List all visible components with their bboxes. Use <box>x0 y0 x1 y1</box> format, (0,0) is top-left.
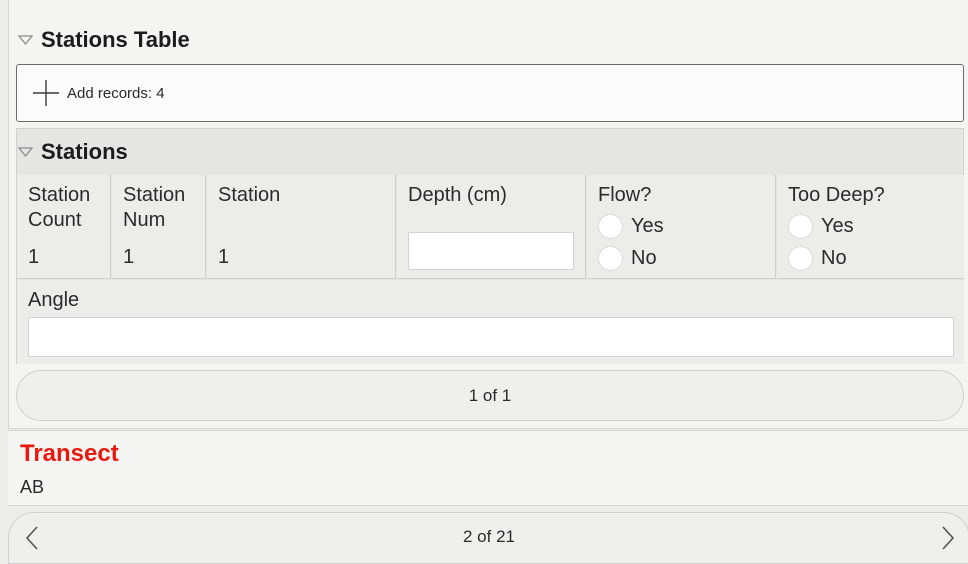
angle-cell: Angle <box>17 280 964 364</box>
station-num-label: Station Num <box>123 184 186 231</box>
stations-table-header[interactable]: Stations Table <box>18 27 190 53</box>
station-cell: Station 1 <box>207 175 396 279</box>
add-records-label: Add records: 4 <box>67 84 165 102</box>
stations-title: Stations <box>41 139 128 164</box>
too-deep-no-option[interactable]: No <box>788 246 847 271</box>
angle-input[interactable] <box>28 317 954 357</box>
depth-label: Depth (cm) <box>408 184 507 206</box>
plus-icon <box>31 78 61 108</box>
flow-no-option[interactable]: No <box>598 246 657 271</box>
station-count-cell: Station Count 1 <box>17 175 111 279</box>
transect-field: Transect AB <box>8 430 968 506</box>
flow-cell: Flow? Yes No <box>587 175 776 279</box>
depth-input[interactable] <box>408 232 574 270</box>
too-deep-label: Too Deep? <box>788 184 885 206</box>
flow-yes-radio[interactable] <box>598 214 623 239</box>
station-label: Station <box>218 184 281 206</box>
flow-yes-option[interactable]: Yes <box>598 214 664 239</box>
too-deep-cell: Too Deep? Yes No <box>777 175 964 279</box>
record-pager: 2 of 21 <box>8 512 968 564</box>
transect-title: Transect <box>20 440 119 467</box>
stations-header[interactable]: Stations <box>18 139 128 165</box>
too-deep-yes-option[interactable]: Yes <box>788 214 854 239</box>
collapse-triangle-icon <box>18 34 33 46</box>
flow-no-label: No <box>631 247 657 269</box>
stations-pager-label: 1 of 1 <box>468 385 512 405</box>
too-deep-no-label: No <box>821 247 847 269</box>
collapse-triangle-icon <box>18 146 33 158</box>
too-deep-yes-radio[interactable] <box>788 214 813 239</box>
record-pager-label: 2 of 21 <box>463 527 515 546</box>
station-num-value: 1 <box>123 246 135 268</box>
station-num-cell: Station Num 1 <box>112 175 206 279</box>
too-deep-yes-label: Yes <box>821 215 854 237</box>
depth-cell: Depth (cm) <box>397 175 586 279</box>
transect-value: AB <box>20 477 45 497</box>
station-value: 1 <box>218 246 230 268</box>
station-count-value: 1 <box>28 246 40 268</box>
flow-yes-label: Yes <box>631 215 664 237</box>
station-count-label: Station Count <box>28 184 91 231</box>
too-deep-no-radio[interactable] <box>788 246 813 271</box>
stations-group: Stations Station Count 1 Station Num 1 S… <box>16 128 964 364</box>
flow-label: Flow? <box>598 184 652 206</box>
previous-chevron-icon[interactable] <box>24 525 40 551</box>
add-records-button[interactable]: Add records: 4 <box>16 64 964 122</box>
next-chevron-icon[interactable] <box>940 525 956 551</box>
angle-label: Angle <box>28 289 80 311</box>
flow-no-radio[interactable] <box>598 246 623 271</box>
stations-table-title: Stations Table <box>41 27 190 52</box>
stations-pager[interactable]: 1 of 1 <box>16 370 964 421</box>
